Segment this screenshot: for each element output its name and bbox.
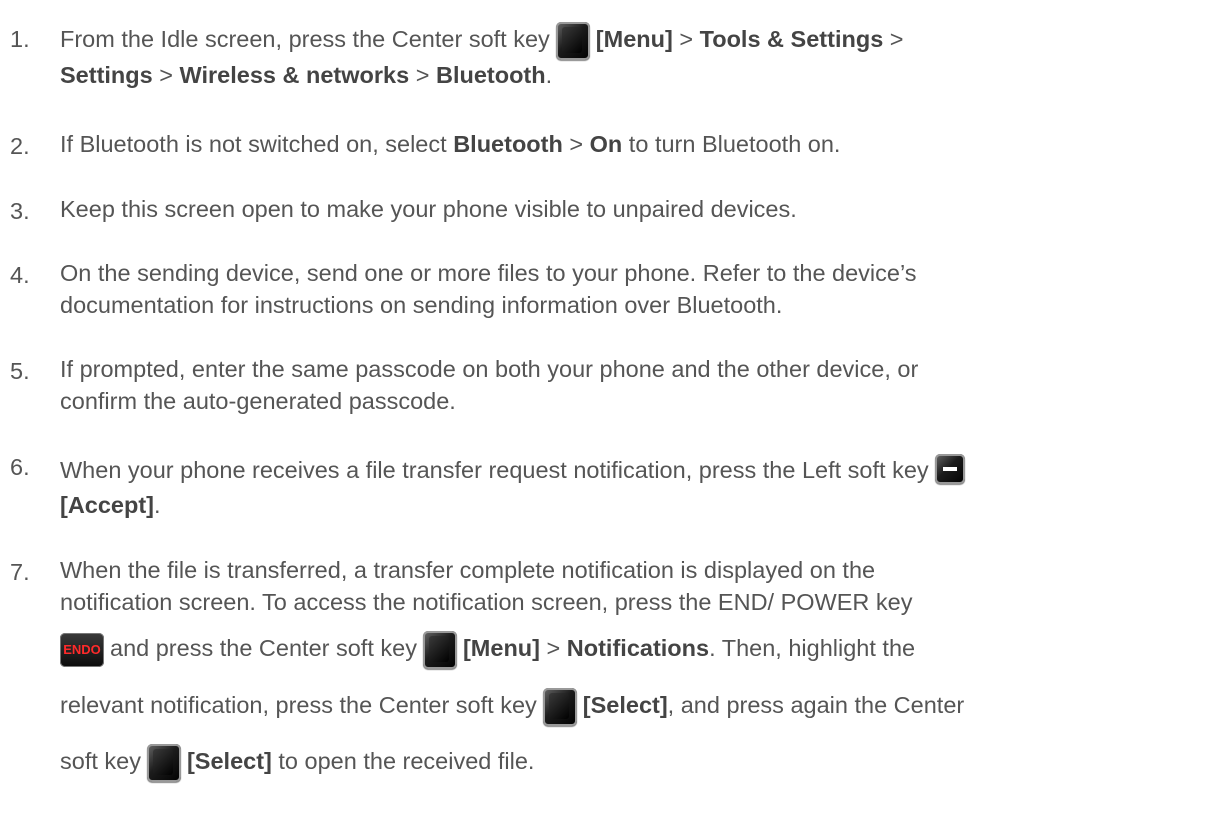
step-line: On the sending device, send one or more … bbox=[60, 260, 917, 286]
step-line: Settings > Wireless & networks > Bluetoo… bbox=[60, 62, 553, 88]
step-line: ENDO and press the Center soft key [Menu] … bbox=[60, 631, 915, 669]
step-line: [Accept]. bbox=[60, 492, 161, 518]
center-soft-key-icon bbox=[555, 22, 590, 60]
step-number: 6. bbox=[10, 454, 30, 480]
center-soft-key-icon bbox=[542, 688, 577, 726]
step-line: From the Idle screen, press the Center s… bbox=[60, 22, 904, 60]
step-number: 3. bbox=[10, 198, 30, 224]
step-line: soft key [Select] to open the received fi… bbox=[60, 744, 534, 782]
step-line: confirm the auto-generated passcode. bbox=[60, 388, 456, 414]
step-line: documentation for instructions on sendin… bbox=[60, 292, 783, 318]
step-line: Keep this screen open to make your phone… bbox=[60, 196, 797, 222]
step-line: When the file is transferred, a transfer… bbox=[60, 557, 876, 583]
step-number: 7. bbox=[10, 559, 30, 585]
step-number: 2. bbox=[10, 133, 30, 159]
center-soft-key-icon bbox=[146, 744, 181, 782]
end-power-key-icon: ENDO bbox=[60, 633, 104, 667]
step-line: If Bluetooth is not switched on, select … bbox=[60, 131, 841, 157]
step-line: notification screen. To access the notif… bbox=[60, 589, 913, 615]
step-number: 5. bbox=[10, 358, 30, 384]
step-number: 4. bbox=[10, 262, 30, 288]
step-line: relevant notification, press the Center … bbox=[60, 688, 964, 726]
left-soft-key-icon bbox=[934, 454, 965, 484]
step-number: 1. bbox=[10, 26, 30, 52]
center-soft-key-icon bbox=[422, 631, 457, 669]
step-line: When your phone receives a file transfer… bbox=[60, 454, 965, 484]
step-line: If prompted, enter the same passcode on … bbox=[60, 356, 919, 382]
